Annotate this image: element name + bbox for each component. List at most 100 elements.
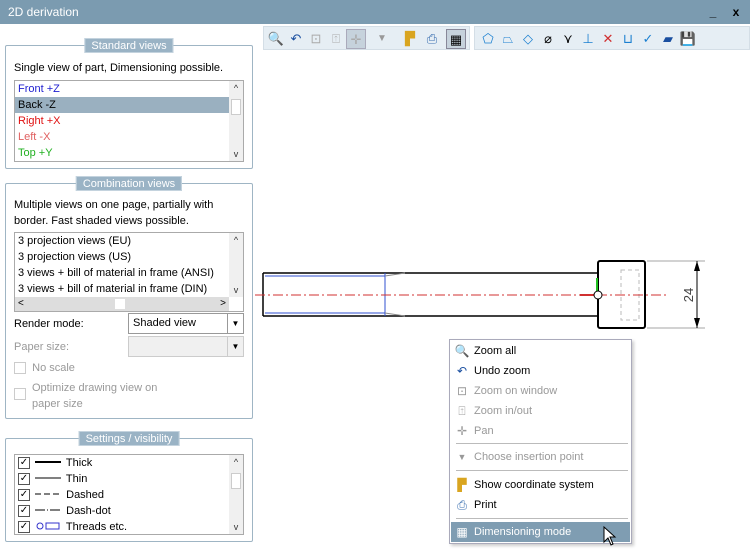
polygon-dimension-icon[interactable]: ⬠ xyxy=(478,29,498,49)
scroll-down-icon[interactable]: v xyxy=(229,520,243,534)
coordinate-system-icon: ▛ xyxy=(457,478,467,492)
list-item-top[interactable]: Top +Y xyxy=(15,145,243,161)
save-icon[interactable]: 💾 xyxy=(678,29,698,49)
checkbox[interactable]: ✓ xyxy=(18,473,30,486)
render-mode-label: Render mode: xyxy=(14,318,84,330)
settings-list[interactable]: ✓ Thick ✓ Thin ✓ Dashed ✓ Dash-dot ✓ Thr… xyxy=(14,454,244,535)
setting-label: Thick xyxy=(65,457,93,469)
list-item[interactable]: 3 views + bill of material in frame (DIN… xyxy=(15,281,243,297)
checkbox[interactable]: ✓ xyxy=(18,521,30,534)
undo-zoom-icon[interactable]: ↶ xyxy=(286,29,306,49)
settings-visibility-group: Settings / visibility ✓ Thick ✓ Thin ✓ D… xyxy=(5,431,253,542)
minimize-button[interactable]: _ xyxy=(703,0,723,24)
standard-views-description: Single view of part, Dimensioning possib… xyxy=(14,62,224,74)
zoom-all-icon: 🔍 xyxy=(454,344,470,358)
view-toolbar: 🔍 ↶ ⊡ ⍐ ✛ ▼ ▛ ⎙ ▦ xyxy=(263,26,470,50)
menu-item-zoom-window[interactable]: ⊡ Zoom on window xyxy=(451,381,630,401)
list-item-front[interactable]: Front +Z xyxy=(15,81,243,97)
trapezoid-dimension-icon[interactable]: ⏢ xyxy=(498,29,518,49)
setting-label: Thin xyxy=(65,473,88,485)
origin-marker xyxy=(593,290,603,300)
paper-size-label: Paper size: xyxy=(14,341,70,353)
scrollbar[interactable]: ^ v xyxy=(229,455,243,534)
standard-views-group: Standard views Single view of part, Dime… xyxy=(5,38,253,169)
setting-dashed[interactable]: ✓ Dashed xyxy=(15,487,243,503)
setting-label: Dashed xyxy=(66,489,105,501)
leader-icon[interactable]: ✓ xyxy=(638,29,658,49)
zoom-all-icon[interactable]: 🔍 xyxy=(266,29,286,49)
zoom-in-out-icon[interactable]: ⍐ xyxy=(326,29,346,49)
scroll-left-icon[interactable]: < xyxy=(18,297,24,311)
horizontal-scrollbar[interactable]: < > xyxy=(15,297,229,311)
setting-threads[interactable]: ✓ Threads etc. xyxy=(15,519,243,534)
chevron-down-icon[interactable]: ▼ xyxy=(227,314,243,333)
menu-item-print[interactable]: ⎙ Print xyxy=(451,495,630,515)
chevron-down-icon[interactable]: ▼ xyxy=(227,337,243,356)
menu-label: Zoom all xyxy=(474,345,517,357)
combination-views-list[interactable]: 3 projection views (EU) 3 projection vie… xyxy=(14,232,244,312)
thick-line-icon xyxy=(35,461,62,463)
list-item[interactable]: 3 views + bill of material in frame (ANS… xyxy=(15,265,243,281)
scroll-thumb[interactable] xyxy=(115,299,125,309)
scroll-thumb[interactable] xyxy=(231,473,241,489)
menu-item-zoom-all[interactable]: 🔍 Zoom all xyxy=(451,341,630,361)
render-mode-select[interactable]: Shaded view ▼ xyxy=(128,313,244,334)
triangle-down-icon: ▼ xyxy=(457,452,467,462)
checkbox[interactable]: ✓ xyxy=(18,505,30,518)
checkbox[interactable]: ✓ xyxy=(18,457,30,470)
checkbox[interactable]: ✓ xyxy=(18,489,30,502)
eraser-icon[interactable]: ▰ xyxy=(658,29,678,49)
menu-item-insertion-point[interactable]: ▼ Choose insertion point xyxy=(451,447,630,467)
no-scale-checkbox[interactable] xyxy=(14,362,26,375)
dimensioning-icon: ▦ xyxy=(456,525,468,539)
zoom-window-icon[interactable]: ⊡ xyxy=(306,29,326,49)
menu-label: Pan xyxy=(474,425,494,437)
dash-dot-line-icon xyxy=(35,509,62,511)
scroll-up-icon[interactable]: ^ xyxy=(229,81,243,95)
list-item[interactable]: 3 projection views (US) xyxy=(15,249,243,265)
setting-thick[interactable]: ✓ Thick xyxy=(15,455,243,471)
chain-dimension-icon[interactable]: ⊔ xyxy=(618,29,638,49)
setting-dash-dot[interactable]: ✓ Dash-dot xyxy=(15,503,243,519)
angle-icon[interactable]: ⋎ xyxy=(558,29,578,49)
paper-size-select[interactable]: ▼ xyxy=(128,336,244,357)
printer-icon[interactable]: ⎙ xyxy=(422,29,442,49)
menu-item-zoom-in-out[interactable]: ⍐ Zoom in/out xyxy=(451,401,630,421)
baseline-dimension-icon[interactable]: ⊥ xyxy=(578,29,598,49)
standard-views-list[interactable]: Front +Z Back -Z Right +X Left -X Top +Y… xyxy=(14,80,244,162)
scrollbar[interactable]: ^ v xyxy=(229,81,243,161)
optimize-checkbox[interactable] xyxy=(14,388,26,400)
diameter-icon[interactable]: ⌀ xyxy=(538,29,558,49)
scroll-down-icon[interactable]: v xyxy=(229,147,243,161)
scroll-down-icon[interactable]: v xyxy=(229,283,243,297)
scroll-thumb[interactable] xyxy=(231,99,241,115)
menu-item-undo-zoom[interactable]: ↶ Undo zoom xyxy=(451,361,630,381)
list-item-back[interactable]: Back -Z xyxy=(15,97,229,113)
menu-label: Dimensioning mode xyxy=(474,526,572,538)
title-bar: 2D derivation _ x xyxy=(0,0,750,24)
optimize-option[interactable]: Optimize drawing view on paper size xyxy=(14,380,157,412)
setting-thin[interactable]: ✓ Thin xyxy=(15,471,243,487)
list-item-right[interactable]: Right +X xyxy=(15,113,243,129)
render-mode-value: Shaded view xyxy=(133,317,196,329)
optimize-label-line1: Optimize drawing view on xyxy=(32,382,158,394)
dimensioning-mode-icon[interactable]: ▦ xyxy=(446,29,466,49)
arc-dimension-icon[interactable]: ✕ xyxy=(598,29,618,49)
menu-item-show-coordinate-system[interactable]: ▛ Show coordinate system xyxy=(451,475,630,495)
close-button[interactable]: x xyxy=(726,0,746,24)
combination-views-group: Combination views Multiple views on one … xyxy=(5,176,253,419)
insertion-point-icon[interactable]: ▼ xyxy=(372,29,392,49)
vertical-scrollbar[interactable]: ^ v xyxy=(229,233,243,297)
no-scale-option[interactable]: No scale xyxy=(14,360,75,376)
scroll-up-icon[interactable]: ^ xyxy=(229,233,243,247)
scroll-up-icon[interactable]: ^ xyxy=(229,455,243,469)
list-item[interactable]: 3 projection views (EU) xyxy=(15,233,243,249)
list-item-left[interactable]: Left -X xyxy=(15,129,243,145)
pan-icon[interactable]: ✛ xyxy=(346,29,366,49)
menu-item-pan[interactable]: ✛ Pan xyxy=(451,421,630,441)
mouse-cursor-icon xyxy=(603,526,617,546)
aligned-dimension-icon[interactable]: ◇ xyxy=(518,29,538,49)
menu-label: Print xyxy=(474,499,497,511)
coordinate-system-icon[interactable]: ▛ xyxy=(400,29,420,49)
scroll-right-icon[interactable]: > xyxy=(220,297,226,311)
